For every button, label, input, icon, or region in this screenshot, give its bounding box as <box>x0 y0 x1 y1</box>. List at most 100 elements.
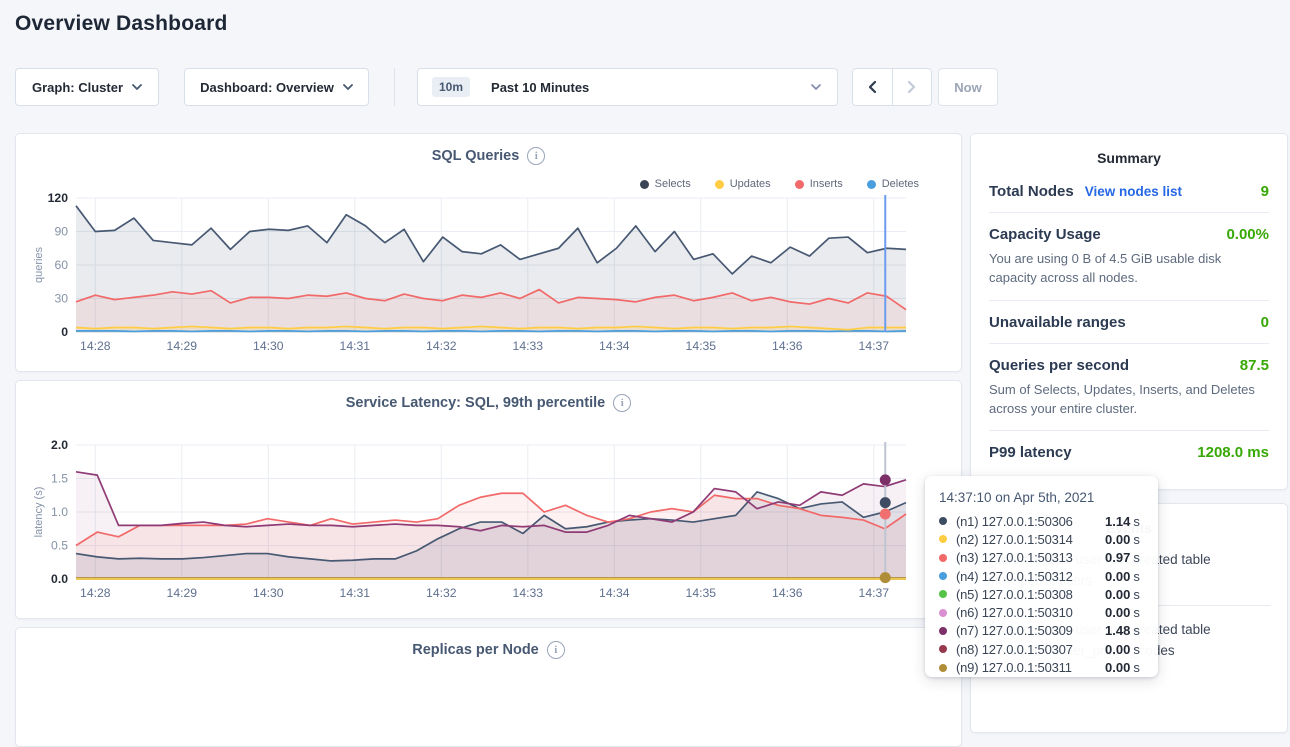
summary-row: Queries per second87.5Sum of Selects, Up… <box>989 344 1269 431</box>
tooltip-node-label: (n2) 127.0.0.1:50314 <box>956 532 1105 547</box>
tooltip-node-value: 0.97 <box>1105 550 1130 565</box>
info-icon[interactable]: i <box>613 394 631 412</box>
info-icon[interactable]: i <box>527 147 545 165</box>
tooltip-node-value: 0.00 <box>1105 532 1130 547</box>
legend-label: Inserts <box>810 178 843 190</box>
tooltip-node-label: (n7) 127.0.0.1:50309 <box>956 623 1105 638</box>
tooltip-node-value: 0.00 <box>1105 587 1130 602</box>
tooltip-node-value: 1.48 <box>1105 623 1130 638</box>
svg-text:14:30: 14:30 <box>253 339 284 353</box>
tooltip-row: (n1) 127.0.0.1:503061.14s <box>939 512 1144 530</box>
summary-row-label: P99 latency <box>989 444 1072 461</box>
svg-text:1.5: 1.5 <box>51 472 68 486</box>
chevron-left-icon <box>868 80 877 94</box>
tooltip-node-value: 0.00 <box>1105 660 1130 675</box>
svg-text:14:28: 14:28 <box>80 339 111 353</box>
graph-selector-label: Graph: Cluster <box>32 80 123 95</box>
summary-row-label: Capacity Usage <box>989 226 1101 243</box>
tooltip-row: (n9) 127.0.0.1:503110.00s <box>939 658 1144 676</box>
svg-text:90: 90 <box>54 225 68 239</box>
summary-title: Summary <box>971 150 1287 166</box>
tooltip-node-label: (n8) 127.0.0.1:50307 <box>956 642 1105 657</box>
svg-text:14:30: 14:30 <box>253 586 284 600</box>
legend-item-deletes[interactable]: Deletes <box>867 178 919 190</box>
tooltip-row: (n6) 127.0.0.1:503100.00s <box>939 603 1144 621</box>
svg-text:14:34: 14:34 <box>599 339 630 353</box>
tooltip-row: (n2) 127.0.0.1:503140.00s <box>939 530 1144 548</box>
tooltip-node-unit: s <box>1133 605 1140 620</box>
svg-text:30: 30 <box>54 292 68 306</box>
dashboard-selector-label: Dashboard: Overview <box>200 80 334 95</box>
svg-text:1.0: 1.0 <box>51 505 68 519</box>
legend-item-inserts[interactable]: Inserts <box>795 178 843 190</box>
tooltip-node-label: (n6) 127.0.0.1:50310 <box>956 605 1105 620</box>
node-color-dot <box>939 627 947 635</box>
tooltip-node-value: 0.00 <box>1105 569 1130 584</box>
svg-text:14:37: 14:37 <box>859 586 890 600</box>
tooltip-row: (n5) 127.0.0.1:503080.00s <box>939 585 1144 603</box>
svg-text:14:35: 14:35 <box>686 339 717 353</box>
node-color-dot <box>939 590 947 598</box>
sql-queries-legend: Selects Updates Inserts Deletes <box>640 178 919 190</box>
node-color-dot <box>939 554 947 562</box>
svg-text:14:35: 14:35 <box>686 586 717 600</box>
summary-row-value: 9 <box>1261 183 1269 200</box>
svg-text:0.5: 0.5 <box>51 539 68 553</box>
tooltip-node-label: (n1) 127.0.0.1:50306 <box>956 514 1105 529</box>
service-latency-title: Service Latency: SQL, 99th percentile <box>346 395 606 411</box>
tooltip-node-label: (n9) 127.0.0.1:50311 <box>956 660 1105 675</box>
tooltip-node-label: (n4) 127.0.0.1:50312 <box>956 569 1105 584</box>
tooltip-node-unit: s <box>1133 587 1140 602</box>
dashboard-selector-button[interactable]: Dashboard: Overview <box>184 68 369 106</box>
prev-range-button[interactable] <box>853 69 893 105</box>
svg-text:14:29: 14:29 <box>167 339 198 353</box>
summary-row-head: Queries per second87.5 <box>989 357 1269 374</box>
summary-row-head: Capacity Usage0.00% <box>989 226 1269 243</box>
toolbar-divider <box>394 68 395 106</box>
sql-queries-title: SQL Queries <box>432 148 520 164</box>
svg-text:14:36: 14:36 <box>772 586 803 600</box>
replicas-per-node-title: Replicas per Node <box>412 642 539 658</box>
summary-row-value: 87.5 <box>1240 357 1269 374</box>
summary-row-label: Total Nodes <box>989 183 1074 200</box>
summary-row: P99 latency 1208.0 ms <box>989 431 1269 473</box>
time-range-badge: 10m <box>432 77 470 97</box>
svg-text:14:28: 14:28 <box>80 586 111 600</box>
view-nodes-link[interactable]: View nodes list <box>1085 184 1182 199</box>
summary-panel: Summary Total Nodes View nodes list 9 Capac… <box>970 133 1288 490</box>
series-color-dot <box>640 180 649 189</box>
series-color-dot <box>795 180 804 189</box>
tooltip-node-label: (n5) 127.0.0.1:50308 <box>956 587 1105 602</box>
tooltip-node-unit: s <box>1133 660 1140 675</box>
summary-row-head: P99 latency 1208.0 ms <box>989 444 1269 461</box>
now-button[interactable]: Now <box>938 68 998 106</box>
svg-text:queries: queries <box>33 246 45 283</box>
info-icon[interactable]: i <box>547 641 565 659</box>
sql-queries-plot[interactable]: 14:2814:2914:3014:3114:3214:3314:3414:35… <box>30 190 945 371</box>
hover-tooltip: 14:37:10 on Apr 5th, 2021 (n1) 127.0.0.1… <box>925 476 1158 677</box>
time-range-selector[interactable]: 10m Past 10 Minutes <box>417 68 838 106</box>
next-range-button[interactable] <box>893 69 932 105</box>
legend-item-updates[interactable]: Updates <box>715 178 771 190</box>
time-range-nav <box>852 68 932 106</box>
summary-row-value: 1208.0 ms <box>1197 444 1269 461</box>
svg-text:14:31: 14:31 <box>340 339 371 353</box>
tooltip-node-label: (n3) 127.0.0.1:50313 <box>956 550 1105 565</box>
tooltip-node-unit: s <box>1133 514 1140 529</box>
tooltip-row: (n8) 127.0.0.1:503070.00s <box>939 640 1144 658</box>
page-title: Overview Dashboard <box>15 12 228 36</box>
chevron-down-icon <box>343 84 353 90</box>
summary-row: Capacity Usage0.00% You are using 0 B of … <box>989 213 1269 300</box>
node-color-dot <box>939 535 947 543</box>
service-latency-plot[interactable]: 14:2814:2914:3014:3114:3214:3314:3414:35… <box>30 437 945 618</box>
legend-item-selects[interactable]: Selects <box>640 178 691 190</box>
summary-row-desc: You are using 0 B of 4.5 GiB usable disk… <box>989 250 1269 288</box>
tooltip-row: (n4) 127.0.0.1:503120.00s <box>939 567 1144 585</box>
tooltip-node-unit: s <box>1133 569 1140 584</box>
graph-selector-button[interactable]: Graph: Cluster <box>15 68 159 106</box>
svg-text:14:32: 14:32 <box>426 339 457 353</box>
tooltip-node-unit: s <box>1133 532 1140 547</box>
svg-text:60: 60 <box>54 258 68 272</box>
svg-text:120: 120 <box>48 191 69 205</box>
tooltip-node-unit: s <box>1133 550 1140 565</box>
